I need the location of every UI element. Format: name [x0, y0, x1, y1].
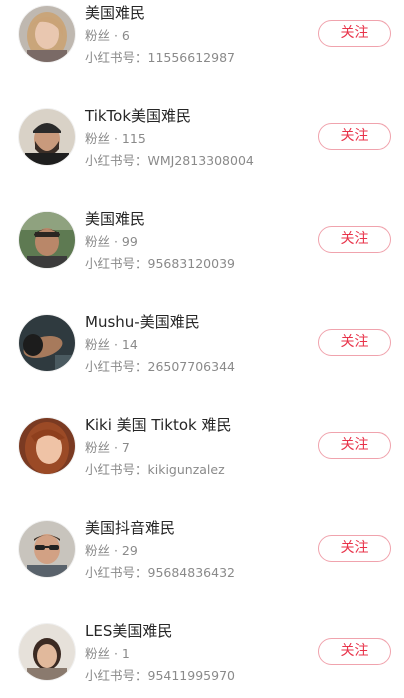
avatar[interactable] — [19, 315, 75, 371]
follower-count: 粉丝 · 7 — [85, 440, 130, 455]
user-name[interactable]: Kiki 美国 Tiktok 难民 — [85, 415, 231, 435]
follower-count: 粉丝 · 1 — [85, 646, 130, 661]
redhead-woman-avatar-icon — [19, 418, 75, 474]
follow-button[interactable]: 关注 — [318, 20, 391, 47]
follower-count: 粉丝 · 115 — [85, 131, 146, 146]
xiaohongshu-id: 小红书号：95683120039 — [85, 256, 235, 271]
user-name[interactable]: 美国抖音难民 — [85, 518, 175, 538]
blonde-woman-avatar-icon — [19, 6, 75, 62]
follower-count: 粉丝 · 6 — [85, 28, 130, 43]
woman-indoor-avatar-icon — [19, 624, 75, 680]
list-item[interactable]: TikTok美国难民 粉丝 · 115 小红书号：WMJ2813308004 关… — [0, 80, 404, 183]
xiaohongshu-id: 小红书号：WMJ2813308004 — [85, 153, 254, 168]
list-item[interactable]: Mushu-美国难民 粉丝 · 14 小红书号：26507706344 关注 — [0, 286, 404, 389]
avatar[interactable] — [19, 212, 75, 268]
xiaohongshu-id: 小红书号：95684836432 — [85, 565, 235, 580]
follow-button[interactable]: 关注 — [318, 226, 391, 253]
user-name[interactable]: 美国难民 — [85, 209, 145, 229]
list-item[interactable]: LES美国难民 粉丝 · 1 小红书号：95411995970 关注 — [0, 595, 404, 698]
xiaohongshu-id: 小红书号：26507706344 — [85, 359, 235, 374]
avatar[interactable] — [19, 624, 75, 680]
user-name[interactable]: TikTok美国难民 — [85, 106, 191, 126]
avatar[interactable] — [19, 521, 75, 577]
list-item[interactable]: 美国难民 粉丝 · 6 小红书号：11556612987 关注 — [0, 0, 404, 80]
user-name[interactable]: Mushu-美国难民 — [85, 312, 200, 332]
user-name[interactable]: LES美国难民 — [85, 621, 172, 641]
avatar[interactable] — [19, 418, 75, 474]
man-outdoors-avatar-icon — [19, 212, 75, 268]
person-lying-avatar-icon — [19, 315, 75, 371]
follower-count: 粉丝 · 14 — [85, 337, 138, 352]
man-sunglasses-avatar-icon — [19, 521, 75, 577]
user-search-results-list: 美国难民 粉丝 · 6 小红书号：11556612987 关注 TikTok美国… — [0, 0, 404, 698]
list-item[interactable]: 美国抖音难民 粉丝 · 29 小红书号：95684836432 关注 — [0, 492, 404, 595]
list-item[interactable]: Kiki 美国 Tiktok 难民 粉丝 · 7 小红书号：kikigunzal… — [0, 389, 404, 492]
xiaohongshu-id: 小红书号：kikigunzalez — [85, 462, 225, 477]
xiaohongshu-id: 小红书号：11556612987 — [85, 50, 235, 65]
follow-button[interactable]: 关注 — [318, 329, 391, 356]
bearded-man-beanie-avatar-icon — [19, 109, 75, 165]
follow-button[interactable]: 关注 — [318, 535, 391, 562]
follow-button[interactable]: 关注 — [318, 432, 391, 459]
list-item[interactable]: 美国难民 粉丝 · 99 小红书号：95683120039 关注 — [0, 183, 404, 286]
follow-button[interactable]: 关注 — [318, 123, 391, 150]
user-name[interactable]: 美国难民 — [85, 3, 145, 23]
avatar[interactable] — [19, 109, 75, 165]
avatar[interactable] — [19, 6, 75, 62]
follower-count: 粉丝 · 29 — [85, 543, 138, 558]
follow-button[interactable]: 关注 — [318, 638, 391, 665]
follower-count: 粉丝 · 99 — [85, 234, 138, 249]
